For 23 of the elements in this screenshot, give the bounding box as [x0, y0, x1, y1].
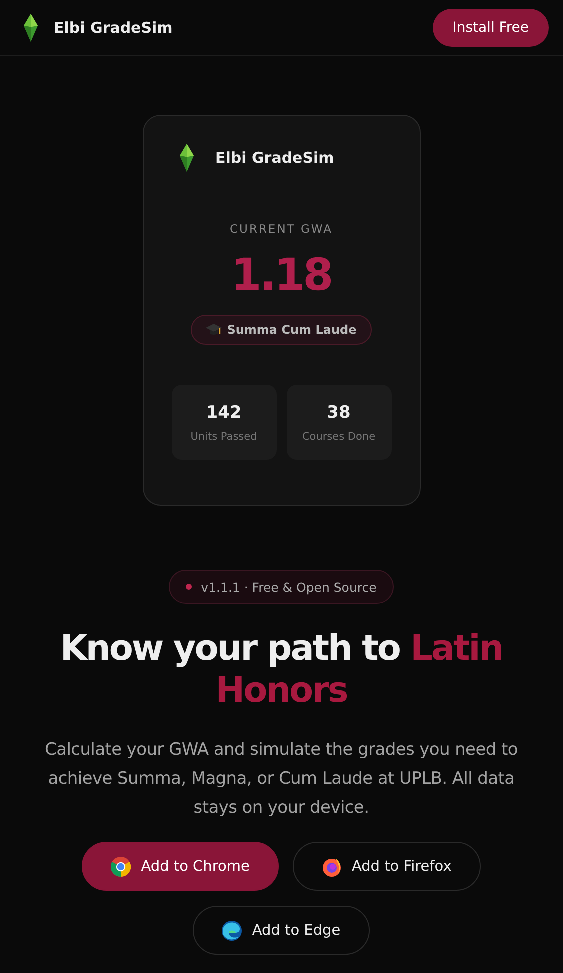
- description: Calculate your GWA and simulate the grades you need to achieve Summa, Magna, or Cum Laude at UPLB. All data stays on your device.: [44, 739, 519, 820]
- version-text: v1.1.1 · Free & Open Source: [201, 580, 377, 594]
- add-to-browser-button[interactable]: Add to Edge: [193, 906, 370, 955]
- dot-icon: [186, 584, 192, 590]
- brand-name: Elbi GradeSim: [54, 18, 173, 36]
- gwa-value: 1.18: [230, 250, 333, 301]
- stat-value: 38: [327, 402, 351, 422]
- gem-logo-icon: [24, 14, 38, 42]
- add-to-browser-button[interactable]: Add to Chrome: [82, 842, 279, 891]
- chrome-icon: [111, 856, 132, 876]
- gwa-label: CURRENT GWA: [229, 222, 334, 236]
- firefox-icon: [322, 856, 342, 876]
- gem-logo-icon: [180, 144, 194, 172]
- honor-badge: Summa Cum Laude: [191, 315, 372, 345]
- graduation-cap-icon: [206, 323, 222, 337]
- headline: Know your path to Latin Honors: [59, 628, 504, 712]
- install-button[interactable]: Install Free: [432, 8, 549, 46]
- card-brand-name: Elbi GradeSim: [216, 149, 334, 167]
- stat-label: Courses Done: [302, 430, 376, 442]
- stat-label: Units Passed: [190, 430, 258, 442]
- stat-value: 142: [206, 402, 242, 422]
- add-to-browser-button[interactable]: Add to Firefox: [292, 842, 481, 891]
- edge-icon: [222, 920, 242, 940]
